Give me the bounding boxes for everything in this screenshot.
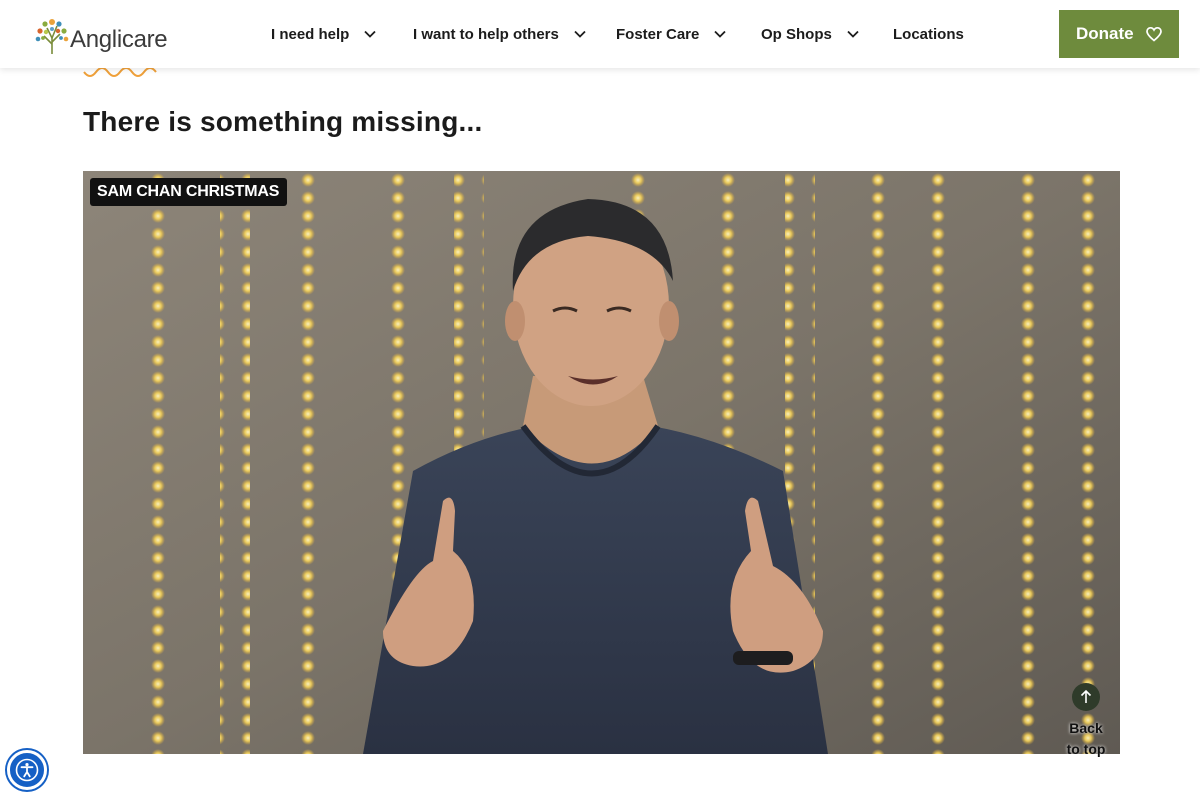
- back-to-top-line2: to top: [1066, 741, 1106, 757]
- back-to-top-circle: [1072, 683, 1100, 711]
- video-thumbnail: [83, 171, 1120, 754]
- chevron-down-icon: [714, 30, 727, 38]
- nav-label: I want to help others: [413, 25, 559, 43]
- arrow-up-icon: [1080, 689, 1092, 703]
- page-title: There is something missing...: [83, 106, 483, 137]
- nav-foster-care[interactable]: Foster Care: [616, 22, 727, 46]
- video-title-label: SAM CHAN CHRISTMAS: [90, 178, 288, 206]
- decorative-squiggle: [83, 68, 157, 77]
- back-to-top-line1: Back: [1069, 720, 1103, 736]
- accessibility-button[interactable]: [7, 750, 47, 790]
- nav-i-need-help[interactable]: I need help: [271, 22, 377, 46]
- video-player[interactable]: SAM CHAN CHRISTMAS: [83, 171, 1120, 754]
- donate-button[interactable]: Donate: [1059, 10, 1179, 58]
- nav-label: I need help: [271, 25, 350, 43]
- nav-label: Op Shops: [761, 25, 832, 43]
- back-to-top-text: Back to top: [1062, 718, 1110, 760]
- nav-label: Locations: [893, 25, 964, 43]
- tree-logo-icon: [35, 19, 69, 54]
- site-header: Anglicare I need help I want to help oth…: [0, 0, 1200, 68]
- nav-locations[interactable]: Locations: [893, 22, 964, 46]
- heart-icon: [1146, 26, 1162, 42]
- chevron-down-icon: [574, 30, 586, 38]
- chevron-down-icon: [364, 30, 376, 38]
- accessibility-icon: [15, 758, 39, 782]
- brand-name: Anglicare: [70, 26, 168, 53]
- back-to-top-button[interactable]: Back to top: [1062, 683, 1110, 760]
- site-logo[interactable]: Anglicare: [32, 12, 172, 58]
- nav-op-shops[interactable]: Op Shops: [761, 22, 860, 46]
- nav-help-others[interactable]: I want to help others: [413, 22, 587, 46]
- nav-label: Foster Care: [616, 25, 700, 43]
- donate-label: Donate: [1076, 24, 1134, 43]
- chevron-down-icon: [847, 30, 859, 38]
